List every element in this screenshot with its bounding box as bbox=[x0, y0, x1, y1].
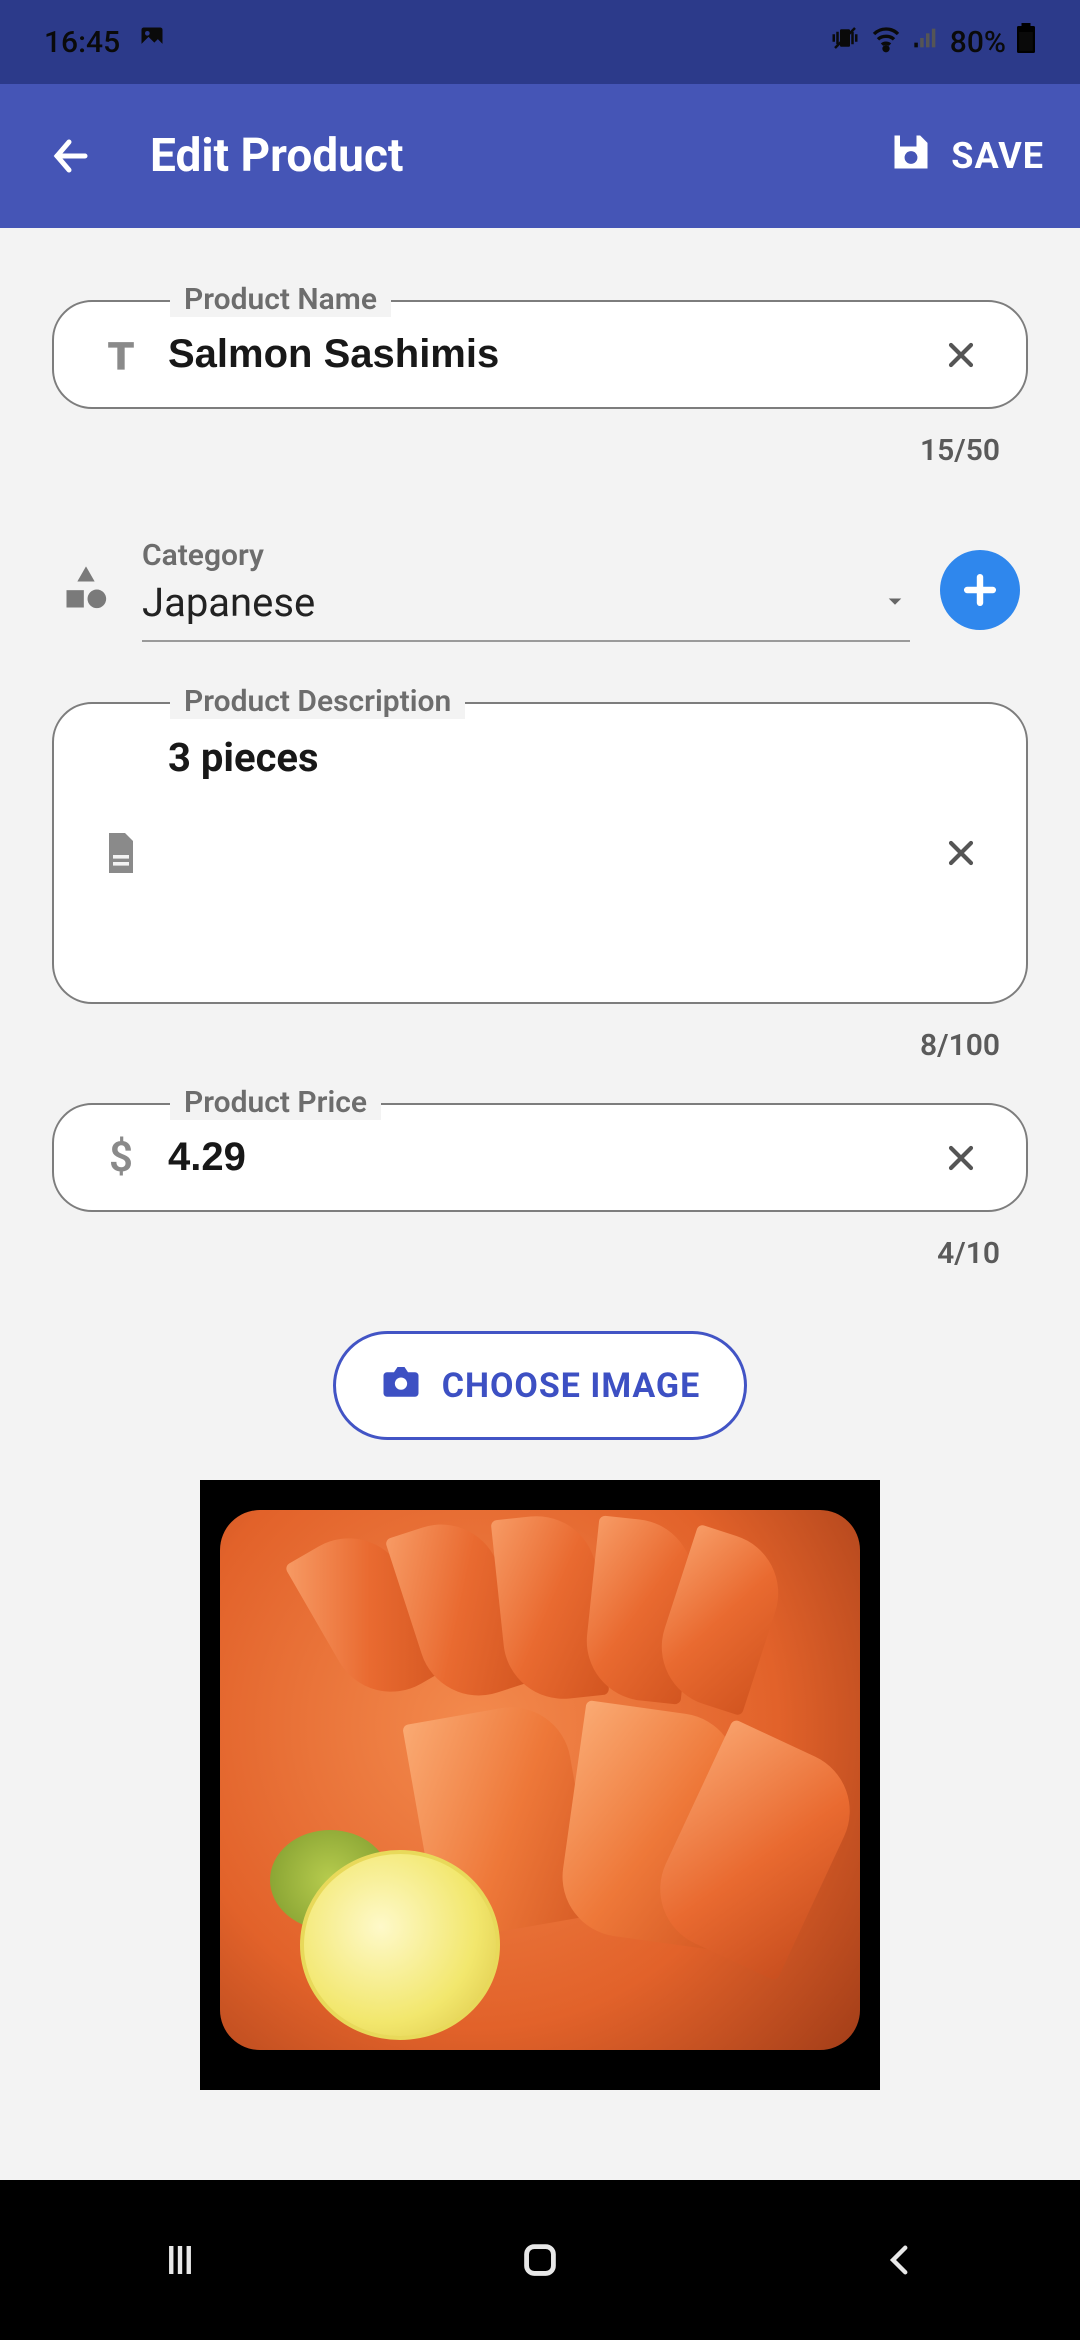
choose-image-button[interactable]: CHOOSE IMAGE bbox=[333, 1331, 748, 1440]
camera-icon bbox=[380, 1360, 422, 1411]
clear-price-button[interactable] bbox=[936, 1133, 986, 1183]
product-price-field: Product Price $ 4/10 bbox=[52, 1103, 1028, 1271]
save-button[interactable]: SAVE bbox=[889, 130, 1044, 183]
battery-icon bbox=[1016, 23, 1036, 61]
product-image[interactable] bbox=[200, 1480, 880, 2090]
choose-image-label: CHOOSE IMAGE bbox=[442, 1366, 701, 1406]
category-label: Category bbox=[142, 538, 910, 573]
page-title: Edit Product bbox=[150, 129, 889, 183]
system-nav-bar bbox=[0, 2180, 1080, 2340]
status-battery-text: 80% bbox=[950, 25, 1006, 60]
add-category-button[interactable] bbox=[940, 550, 1020, 630]
status-time: 16:45 bbox=[44, 25, 120, 60]
category-value: Japanese bbox=[142, 579, 880, 626]
gallery-indicator-icon bbox=[138, 24, 166, 60]
product-name-field: Product Name 15/50 bbox=[52, 300, 1028, 468]
clear-name-button[interactable] bbox=[936, 330, 986, 380]
vibrate-icon bbox=[830, 23, 860, 61]
price-input[interactable] bbox=[148, 1105, 936, 1210]
description-counter: 8/100 bbox=[52, 1028, 1000, 1063]
name-counter: 15/50 bbox=[52, 433, 1000, 468]
product-name-label: Product Name bbox=[170, 282, 391, 317]
signal-icon bbox=[912, 24, 940, 60]
nav-back-button[interactable] bbox=[860, 2220, 940, 2300]
status-bar: 16:45 80% bbox=[0, 0, 1080, 84]
dollar-icon: $ bbox=[94, 1133, 148, 1182]
nav-home-button[interactable] bbox=[500, 2220, 580, 2300]
chevron-down-icon bbox=[880, 586, 910, 620]
category-field: Category Japanese bbox=[52, 538, 1028, 642]
category-dropdown[interactable]: Category Japanese bbox=[142, 538, 910, 642]
wifi-icon bbox=[870, 22, 902, 62]
clear-description-button[interactable] bbox=[936, 828, 986, 878]
category-icon bbox=[60, 562, 112, 618]
description-input[interactable]: 3 pieces bbox=[148, 728, 936, 978]
app-bar: Edit Product SAVE bbox=[0, 84, 1080, 228]
description-label: Product Description bbox=[170, 684, 465, 719]
save-label: SAVE bbox=[951, 135, 1044, 177]
back-button[interactable] bbox=[36, 121, 106, 191]
product-description-field: Product Description 3 pieces 8/100 bbox=[52, 702, 1028, 1063]
save-disk-icon bbox=[889, 130, 933, 183]
text-icon bbox=[94, 333, 148, 377]
price-counter: 4/10 bbox=[52, 1236, 1000, 1271]
document-icon bbox=[94, 829, 148, 877]
product-name-input[interactable] bbox=[148, 302, 936, 407]
nav-recent-button[interactable] bbox=[140, 2220, 220, 2300]
price-label: Product Price bbox=[170, 1085, 381, 1120]
